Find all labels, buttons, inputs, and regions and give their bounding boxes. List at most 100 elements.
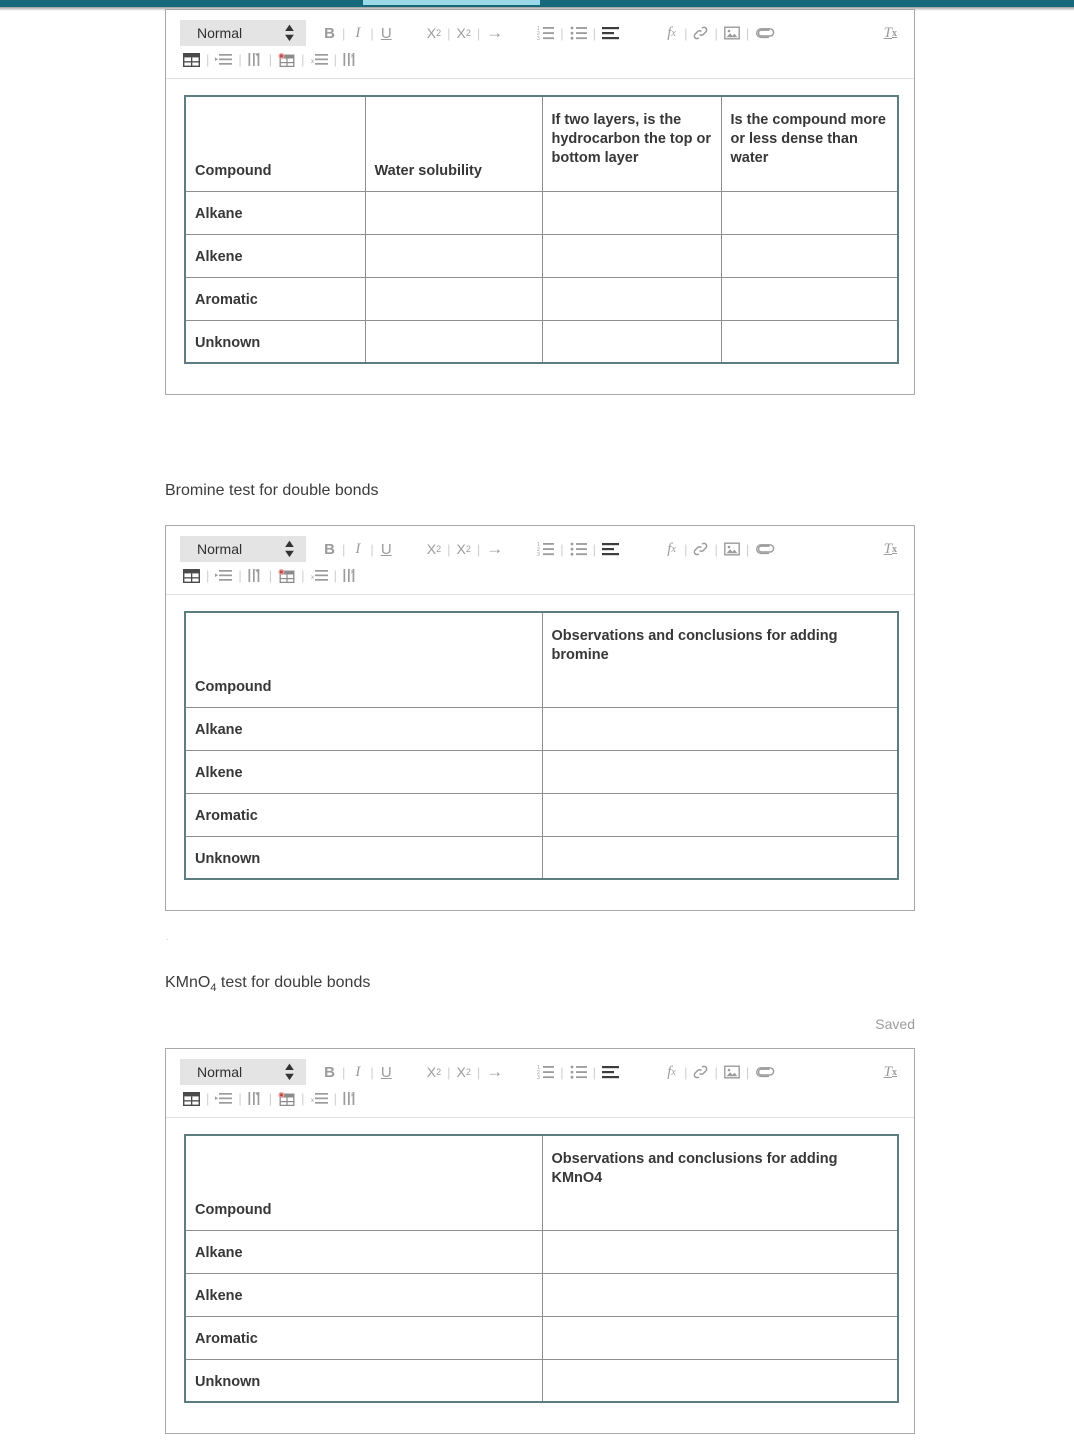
image-icon[interactable] bbox=[721, 21, 743, 45]
subscript-icon[interactable]: X2 bbox=[424, 21, 444, 45]
cell-compound[interactable]: Alkane bbox=[184, 706, 543, 751]
cell-observations[interactable] bbox=[541, 706, 899, 751]
insert-column-icon[interactable] bbox=[245, 48, 266, 72]
editor-body-kmno4[interactable]: Compound Observations and conclusions fo… bbox=[166, 1118, 914, 1433]
delete-column-icon[interactable]: x bbox=[340, 48, 361, 72]
bold-icon[interactable]: B bbox=[320, 21, 339, 45]
indent-arrow-icon[interactable]: → bbox=[483, 537, 506, 561]
attachment-icon[interactable] bbox=[752, 21, 778, 45]
formula-icon[interactable]: fx bbox=[662, 537, 681, 561]
subscript-icon[interactable]: X2 bbox=[424, 1060, 444, 1084]
cell-observations[interactable] bbox=[541, 749, 899, 794]
cell-water-solubility[interactable] bbox=[364, 276, 543, 321]
delete-row-icon[interactable]: x bbox=[308, 564, 331, 588]
insert-row-icon[interactable] bbox=[212, 564, 235, 588]
cell-layer-position[interactable] bbox=[541, 190, 722, 235]
format-select[interactable]: Normal ▲ ▼ bbox=[180, 20, 306, 46]
indent-arrow-icon[interactable]: → bbox=[483, 1060, 506, 1084]
cell-density[interactable] bbox=[720, 319, 899, 364]
delete-table-icon[interactable] bbox=[275, 1087, 298, 1111]
cell-observations[interactable] bbox=[541, 1358, 899, 1403]
superscript-icon[interactable]: X2 bbox=[454, 21, 474, 45]
image-icon[interactable] bbox=[721, 537, 743, 561]
format-select[interactable]: Normal ▲ ▼ bbox=[180, 1059, 306, 1085]
align-icon[interactable] bbox=[599, 21, 622, 45]
formula-icon[interactable]: fx bbox=[662, 1060, 681, 1084]
bulleted-list-icon[interactable] bbox=[567, 21, 590, 45]
cell-compound[interactable]: Aromatic bbox=[184, 276, 366, 321]
editor-body-bromine[interactable]: Compound Observations and conclusions fo… bbox=[166, 595, 914, 910]
superscript-icon[interactable]: X2 bbox=[454, 537, 474, 561]
cell-density[interactable] bbox=[720, 233, 899, 278]
cell-compound[interactable]: Aromatic bbox=[184, 1315, 543, 1360]
insert-row-icon[interactable] bbox=[212, 1087, 235, 1111]
cell-observations[interactable] bbox=[541, 1229, 899, 1274]
cell-observations[interactable] bbox=[541, 835, 899, 880]
cell-water-solubility[interactable] bbox=[364, 319, 543, 364]
editor-bromine[interactable]: Normal ▲ ▼ B | I | U X2 | X2 | → 123 | |… bbox=[165, 525, 915, 911]
numbered-list-icon[interactable]: 123 bbox=[534, 1060, 557, 1084]
insert-column-icon[interactable] bbox=[245, 564, 266, 588]
cell-layer-position[interactable] bbox=[541, 319, 722, 364]
superscript-icon[interactable]: X2 bbox=[454, 1060, 474, 1084]
delete-column-icon[interactable]: x bbox=[340, 1087, 361, 1111]
insert-table-icon[interactable] bbox=[180, 564, 203, 588]
subscript-icon[interactable]: X2 bbox=[424, 537, 444, 561]
link-icon[interactable] bbox=[690, 1060, 711, 1084]
cell-layer-position[interactable] bbox=[541, 276, 722, 321]
cell-compound[interactable]: Unknown bbox=[184, 835, 543, 880]
indent-arrow-icon[interactable]: → bbox=[483, 21, 506, 45]
image-icon[interactable] bbox=[721, 1060, 743, 1084]
cell-compound[interactable]: Alkene bbox=[184, 233, 366, 278]
cell-compound[interactable]: Alkane bbox=[184, 1229, 543, 1274]
bold-icon[interactable]: B bbox=[320, 537, 339, 561]
editor-kmno4[interactable]: Normal ▲ ▼ B | I | U X2 | X2 | → 123 | |… bbox=[165, 1048, 915, 1434]
numbered-list-icon[interactable]: 123 bbox=[534, 537, 557, 561]
cell-compound[interactable]: Unknown bbox=[184, 1358, 543, 1403]
editor-body-solubility[interactable]: Compound Water solubility If two layers,… bbox=[166, 79, 914, 394]
italic-icon[interactable]: I bbox=[348, 1060, 367, 1084]
italic-icon[interactable]: I bbox=[348, 21, 367, 45]
clear-formatting-icon[interactable]: Tx bbox=[881, 21, 900, 45]
delete-table-icon[interactable] bbox=[275, 48, 298, 72]
cell-water-solubility[interactable] bbox=[364, 190, 543, 235]
editor-solubility[interactable]: Normal ▲ ▼ B | I | U X2 | X2 | → 123 | |… bbox=[165, 9, 915, 395]
link-icon[interactable] bbox=[690, 21, 711, 45]
cell-compound[interactable]: Aromatic bbox=[184, 792, 543, 837]
clear-formatting-icon[interactable]: Tx bbox=[881, 537, 900, 561]
link-icon[interactable] bbox=[690, 537, 711, 561]
insert-table-icon[interactable] bbox=[180, 48, 203, 72]
delete-column-icon[interactable]: x bbox=[340, 564, 361, 588]
cell-observations[interactable] bbox=[541, 792, 899, 837]
bulleted-list-icon[interactable] bbox=[567, 537, 590, 561]
insert-table-icon[interactable] bbox=[180, 1087, 203, 1111]
cell-water-solubility[interactable] bbox=[364, 233, 543, 278]
bold-icon[interactable]: B bbox=[320, 1060, 339, 1084]
bulleted-list-icon[interactable] bbox=[567, 1060, 590, 1084]
underline-icon[interactable]: U bbox=[377, 537, 396, 561]
italic-icon[interactable]: I bbox=[348, 537, 367, 561]
delete-row-icon[interactable]: x bbox=[308, 48, 331, 72]
insert-row-icon[interactable] bbox=[212, 48, 235, 72]
insert-column-icon[interactable] bbox=[245, 1087, 266, 1111]
attachment-icon[interactable] bbox=[752, 537, 778, 561]
cell-density[interactable] bbox=[720, 190, 899, 235]
cell-layer-position[interactable] bbox=[541, 233, 722, 278]
cell-compound[interactable]: Alkene bbox=[184, 1272, 543, 1317]
cell-compound[interactable]: Alkene bbox=[184, 749, 543, 794]
format-select[interactable]: Normal ▲ ▼ bbox=[180, 536, 306, 562]
cell-observations[interactable] bbox=[541, 1272, 899, 1317]
formula-icon[interactable]: fx bbox=[662, 21, 681, 45]
align-icon[interactable] bbox=[599, 1060, 622, 1084]
cell-compound[interactable]: Unknown bbox=[184, 319, 366, 364]
clear-formatting-icon[interactable]: Tx bbox=[881, 1060, 900, 1084]
delete-row-icon[interactable]: x bbox=[308, 1087, 331, 1111]
cell-compound[interactable]: Alkane bbox=[184, 190, 366, 235]
cell-observations[interactable] bbox=[541, 1315, 899, 1360]
cell-density[interactable] bbox=[720, 276, 899, 321]
attachment-icon[interactable] bbox=[752, 1060, 778, 1084]
underline-icon[interactable]: U bbox=[377, 1060, 396, 1084]
numbered-list-icon[interactable]: 123 bbox=[534, 21, 557, 45]
align-icon[interactable] bbox=[599, 537, 622, 561]
underline-icon[interactable]: U bbox=[377, 21, 396, 45]
